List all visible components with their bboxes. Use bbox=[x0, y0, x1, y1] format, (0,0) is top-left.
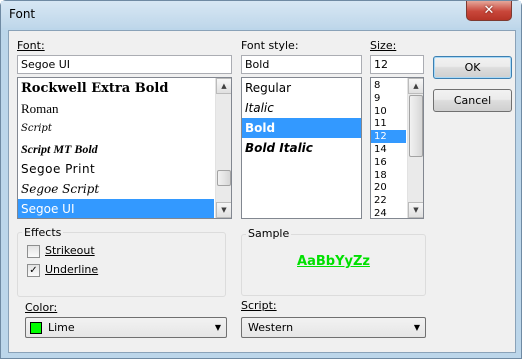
strikeout-checkbox[interactable] bbox=[27, 245, 40, 258]
color-swatch bbox=[30, 322, 42, 334]
size-list-item[interactable]: 24 bbox=[371, 207, 406, 218]
scroll-thumb[interactable] bbox=[217, 170, 231, 186]
font-style-item[interactable]: Regular bbox=[242, 78, 361, 98]
size-list-item[interactable]: 11 bbox=[371, 117, 406, 130]
font-dialog: Font ✕ Font: Segoe UI Segoe UI Segoe Scri… bbox=[0, 0, 522, 359]
underline-label[interactable]: Underline bbox=[45, 263, 98, 276]
font-list-item[interactable]: Segoe UI bbox=[18, 199, 214, 218]
size-scroll-thumb[interactable] bbox=[409, 95, 423, 157]
script-combo[interactable]: Western ▼ bbox=[241, 317, 426, 338]
size-list[interactable]: 24 22 20 18 16 14 12 11 10 9 8 ▲ ▼ bbox=[370, 77, 424, 219]
font-style-item[interactable]: Bold bbox=[242, 118, 361, 138]
font-style-item[interactable]: Bold Italic bbox=[242, 138, 361, 158]
font-list-item[interactable]: Roman bbox=[18, 99, 214, 119]
size-list-item[interactable]: 9 bbox=[371, 92, 406, 105]
dialog-client: Font: Segoe UI Segoe UI Segoe Script Segoe… bbox=[8, 30, 516, 353]
font-style-item[interactable]: Italic bbox=[242, 98, 361, 118]
font-style-list[interactable]: Regular Italic Bold Bold Italic bbox=[241, 77, 362, 219]
size-list-item[interactable]: 14 bbox=[371, 143, 406, 156]
color-combo[interactable]: Lime ▼ bbox=[25, 317, 227, 338]
size-list-item[interactable]: 20 bbox=[371, 181, 406, 194]
down-arrow-icon: ▼ bbox=[221, 206, 227, 214]
font-list-scrollbar[interactable]: ▲ ▼ bbox=[215, 78, 231, 218]
up-arrow-icon: ▲ bbox=[413, 82, 419, 90]
check-icon: ✓ bbox=[29, 264, 38, 276]
close-button[interactable]: ✕ bbox=[466, 1, 512, 21]
title-bar[interactable]: Font ✕ bbox=[1, 1, 521, 28]
ok-button[interactable]: OK bbox=[433, 56, 512, 79]
size-list-scrollbar[interactable]: ▲ ▼ bbox=[407, 78, 423, 218]
sample-title: Sample bbox=[246, 227, 292, 240]
color-label: Color: bbox=[25, 301, 58, 314]
size-scroll-up-button[interactable]: ▲ bbox=[408, 78, 423, 94]
font-list-item[interactable]: Segoe Script bbox=[18, 179, 214, 199]
font-label: Font: bbox=[17, 39, 45, 52]
size-list-item[interactable]: 10 bbox=[371, 105, 406, 118]
font-list-item[interactable]: Script MT Bold bbox=[18, 139, 214, 159]
font-list-item[interactable]: Script bbox=[18, 119, 214, 139]
effects-title: Effects bbox=[22, 226, 64, 239]
chevron-down-icon: ▼ bbox=[214, 323, 221, 332]
size-label: Size: bbox=[370, 39, 397, 52]
font-style-label: Font style: bbox=[241, 39, 299, 52]
up-arrow-icon: ▲ bbox=[221, 82, 227, 90]
size-input[interactable]: 12 bbox=[370, 55, 424, 74]
down-arrow-icon: ▼ bbox=[413, 206, 419, 214]
window-title: Font bbox=[9, 7, 36, 21]
strikeout-label[interactable]: Strikeout bbox=[45, 244, 95, 257]
color-value: Lime bbox=[48, 321, 75, 334]
size-list-item[interactable]: 16 bbox=[371, 156, 406, 169]
font-list-item[interactable]: Rockwell Extra Bold bbox=[18, 79, 214, 99]
scroll-up-button[interactable]: ▲ bbox=[216, 78, 231, 94]
size-list-item[interactable]: 12 bbox=[371, 130, 406, 144]
font-list-item[interactable]: Segoe Print bbox=[18, 159, 214, 179]
script-label: Script: bbox=[241, 299, 277, 312]
sample-text: AaBbYyZz bbox=[297, 254, 370, 269]
underline-checkbox[interactable]: ✓ bbox=[27, 264, 40, 277]
close-icon: ✕ bbox=[483, 3, 495, 18]
size-scroll-down-button[interactable]: ▼ bbox=[408, 202, 423, 218]
font-list[interactable]: Segoe UI Segoe Script Segoe Print Script MT… bbox=[17, 77, 232, 219]
size-list-item[interactable]: 18 bbox=[371, 169, 406, 182]
cancel-button[interactable]: Cancel bbox=[433, 89, 512, 112]
size-list-item[interactable]: 22 bbox=[371, 194, 406, 207]
font-name-input[interactable]: Segoe UI bbox=[17, 55, 232, 74]
scroll-down-button[interactable]: ▼ bbox=[216, 202, 231, 218]
size-list-item[interactable]: 8 bbox=[371, 79, 406, 92]
script-value: Western bbox=[248, 321, 294, 334]
chevron-down-icon: ▼ bbox=[413, 323, 420, 332]
font-style-input[interactable]: Bold bbox=[241, 55, 362, 74]
